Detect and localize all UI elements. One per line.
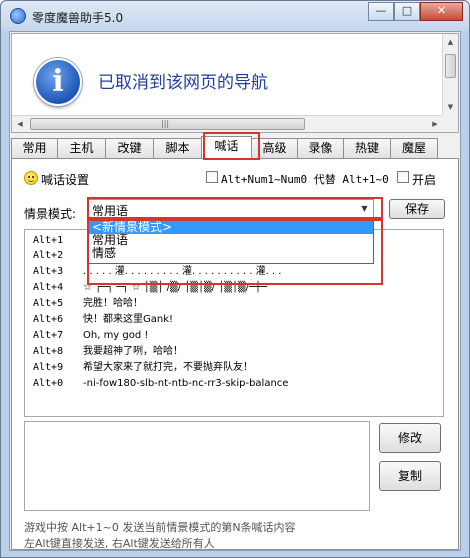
title-bar[interactable]: 零度魔兽助手5.0 — □ ✕ (1, 1, 469, 31)
app-icon (10, 8, 26, 24)
tab-script[interactable]: 脚本 (153, 138, 202, 158)
minimize-button[interactable]: — (368, 2, 394, 21)
list-item[interactable]: Alt+4 ☆ ┌─┐ ─┐ ☆ │▒│ /▒/ │▒│▒/ │▒│▒/─┼─ (33, 280, 267, 295)
dropdown-highlight-box (87, 197, 383, 219)
section-title: 喊话设置 (41, 173, 90, 187)
app-window: 零度魔兽助手5.0 — □ ✕ i 已取消到该网页的导航 ▲ ▼ ◀ ||| ▶ (0, 0, 470, 558)
scroll-left-icon[interactable]: ◀ (12, 116, 28, 132)
scroll-right-icon[interactable]: ▶ (427, 116, 443, 132)
copy-button[interactable]: 复制 (379, 461, 441, 491)
close-button[interactable]: ✕ (420, 2, 463, 21)
list-item[interactable]: Alt+6 快！都来这里Gank! (33, 312, 173, 327)
dropdown-option-common[interactable]: 常用语 (89, 234, 373, 247)
shout-panel: 喊话设置 Alt+Num1~Num0 代替 Alt+1~0 开启 情景模式: 常… (11, 158, 459, 550)
save-button[interactable]: 保存 (389, 199, 445, 219)
tab-house[interactable]: 魔屋 (390, 138, 438, 158)
smile-icon (24, 171, 38, 185)
tab-common[interactable]: 常用 (11, 138, 58, 158)
embedded-browser: i 已取消到该网页的导航 ▲ ▼ ◀ ||| ▶ (11, 33, 459, 133)
list-item[interactable]: Alt+5 完胜！哈哈！ (33, 296, 143, 311)
tab-highlight-box (203, 132, 260, 160)
list-item[interactable]: Alt+9 希望大家来了就打完，不要抛弃队友！ (33, 360, 253, 375)
footer-hint-line2: 左Alt键直接发送, 右Alt键发送给所有人 (24, 537, 215, 550)
list-item[interactable]: Alt+0 -ni-fow180-slb-nt-ntb-nc-rr3-skip-b… (33, 376, 288, 391)
message-edit-box[interactable] (24, 421, 370, 511)
maximize-button[interactable]: □ (394, 2, 420, 21)
replace-keys-label: Alt+Num1~Num0 代替 Alt+1~0 (221, 173, 389, 186)
footer-hint-line1: 游戏中按 Alt+1~0 发送当前情景模式的第N条喊话内容 (24, 521, 296, 534)
list-item[interactable]: Alt+7 Oh, my god ! (33, 328, 148, 343)
list-item[interactable]: Alt+3. . . . . 灌. . . . . . . . . 灌. . .… (33, 264, 281, 279)
modify-button[interactable]: 修改 (379, 423, 441, 453)
enable-checkbox[interactable] (397, 171, 409, 183)
tab-host[interactable]: 主机 (57, 138, 106, 158)
info-icon: i (34, 58, 82, 106)
navigation-canceled-message: 已取消到该网页的导航 (98, 73, 268, 93)
window-title: 零度魔兽助手5.0 (32, 11, 124, 25)
scene-mode-label: 情景模式: (24, 207, 77, 221)
scroll-grip-icon: ||| (161, 119, 170, 128)
tab-replay[interactable]: 录像 (297, 138, 344, 158)
dropdown-option-emotion[interactable]: 情感 (89, 247, 373, 260)
window-controls: — □ ✕ (368, 2, 463, 21)
horizontal-scroll-thumb[interactable]: ||| (30, 118, 305, 130)
browser-vertical-scrollbar[interactable]: ▲ ▼ (442, 34, 458, 115)
browser-horizontal-scrollbar[interactable]: ◀ ||| ▶ (12, 115, 443, 132)
enable-label: 开启 (412, 173, 437, 187)
vertical-scroll-thumb[interactable] (445, 54, 456, 78)
scroll-up-icon[interactable]: ▲ (443, 34, 458, 50)
replace-keys-checkbox[interactable] (206, 171, 218, 183)
list-item[interactable]: Alt+1 (33, 233, 83, 248)
scroll-down-icon[interactable]: ▼ (443, 99, 458, 115)
list-item[interactable]: Alt+2 (33, 248, 83, 263)
scene-mode-dropdown-list: <新情景模式> 常用语 情感 (88, 220, 374, 264)
list-item[interactable]: Alt+8 我要超神了咧，哈哈！ (33, 344, 183, 359)
tab-keymap[interactable]: 改键 (105, 138, 154, 158)
tab-hotkey[interactable]: 热键 (343, 138, 391, 158)
scrollbar-corner (442, 115, 458, 132)
dropdown-option-new[interactable]: <新情景模式> (89, 221, 373, 234)
client-area: i 已取消到该网页的导航 ▲ ▼ ◀ ||| ▶ 常用 主机 改键 脚本 喊话 … (9, 31, 461, 551)
